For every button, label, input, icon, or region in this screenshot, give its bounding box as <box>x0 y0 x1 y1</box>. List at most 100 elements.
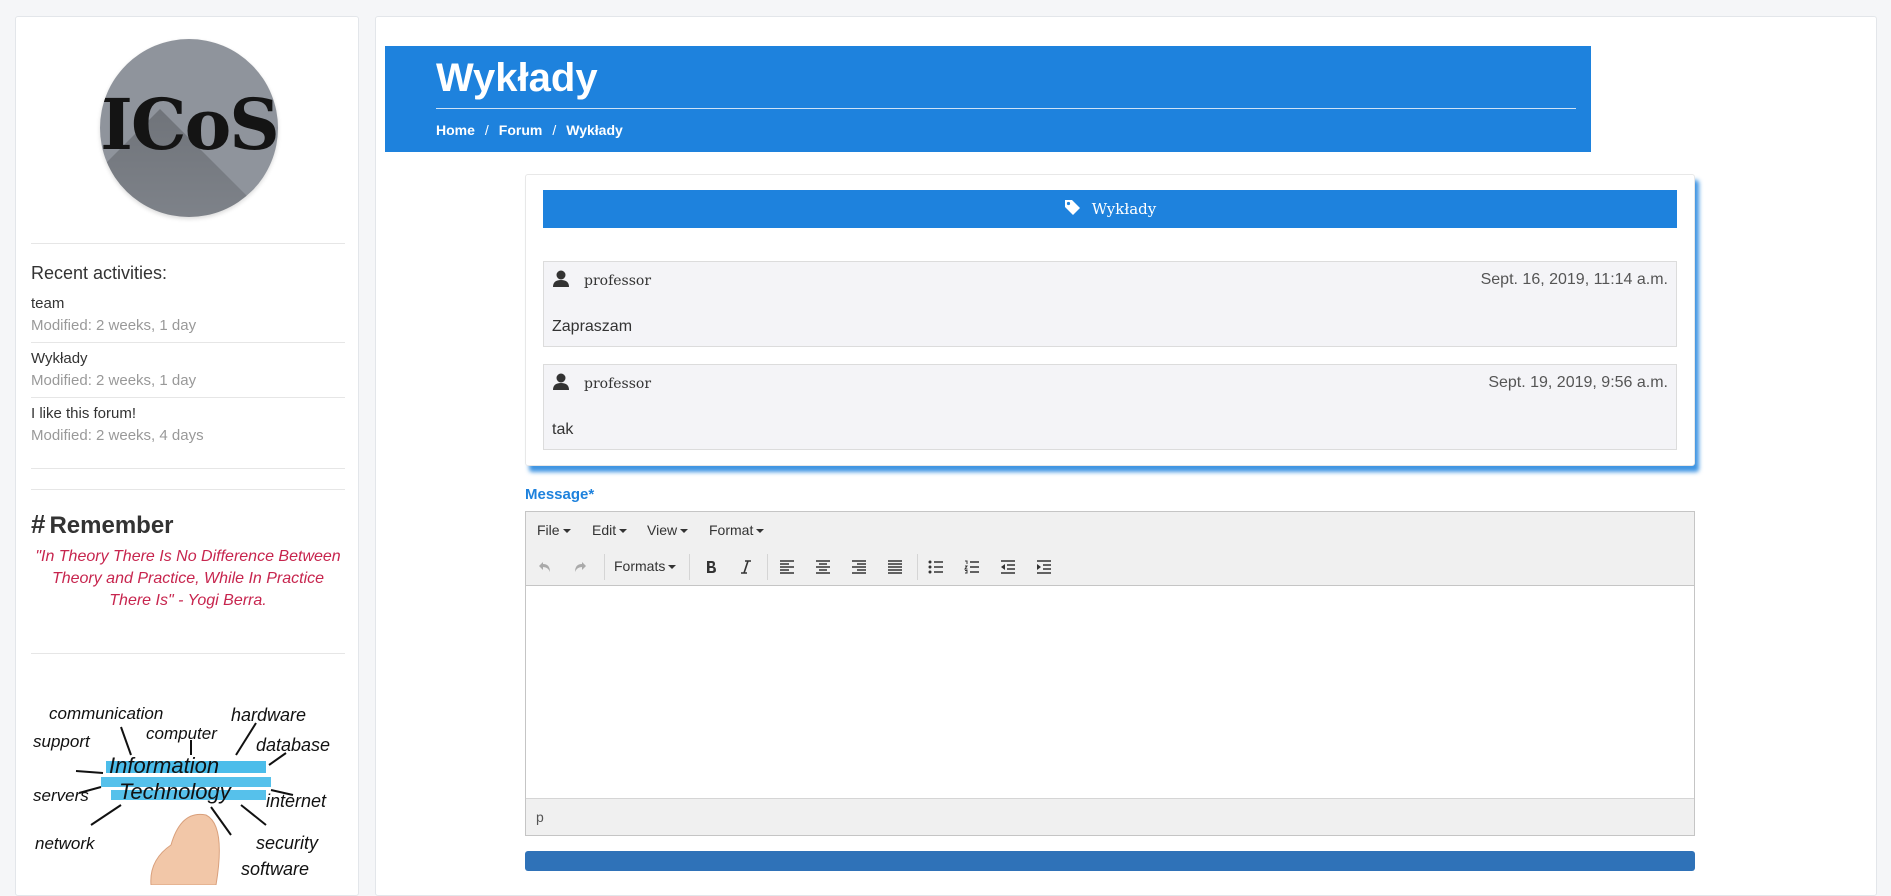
outdent-button[interactable] <box>997 557 1019 577</box>
menu-view[interactable]: View <box>647 522 689 538</box>
divider <box>31 397 345 398</box>
thread-tag-label: Wykłady <box>1091 200 1157 218</box>
italic-button[interactable] <box>735 557 757 577</box>
numbered-list-button[interactable] <box>961 557 983 577</box>
indent-button[interactable] <box>1033 557 1055 577</box>
activity-modified: Modified: 2 weeks, 4 days <box>31 427 204 444</box>
align-center-button[interactable] <box>812 557 834 577</box>
post-body: Zapraszam <box>552 318 633 335</box>
logo-text: ICoS <box>100 83 278 166</box>
site-logo[interactable]: ICoS <box>100 39 278 217</box>
post-date: Sept. 19, 2019, 9:56 a.m. <box>1488 374 1668 391</box>
header-rule <box>436 108 1576 109</box>
breadcrumb-separator: / <box>484 122 489 138</box>
post-author[interactable]: professor <box>584 273 651 289</box>
toolbar-separator <box>767 554 768 580</box>
formats-dropdown[interactable]: Formats <box>614 558 677 574</box>
it-word: Technology <box>119 779 233 804</box>
it-word: support <box>33 732 91 751</box>
divider <box>31 653 345 654</box>
chevron-down-icon <box>680 529 689 534</box>
bullet-list-icon <box>928 560 943 574</box>
editor-content-area[interactable] <box>526 585 1694 799</box>
post-author[interactable]: professor <box>584 376 651 392</box>
align-justify-button[interactable] <box>884 557 906 577</box>
align-right-icon <box>852 560 866 574</box>
activity-name[interactable]: team <box>31 295 345 312</box>
undo-button[interactable] <box>534 557 556 577</box>
remember-title: Remember <box>49 512 174 539</box>
bold-button[interactable] <box>700 557 722 577</box>
it-word: security <box>256 833 319 853</box>
align-center-icon <box>816 560 830 574</box>
bullet-list-button[interactable] <box>925 557 947 577</box>
divider <box>31 468 345 469</box>
it-word: network <box>35 834 96 853</box>
post: professor Sept. 16, 2019, 11:14 a.m. Zap… <box>543 261 1677 347</box>
redo-button[interactable] <box>569 557 591 577</box>
page-title: Wykłady <box>436 56 598 100</box>
it-word: database <box>256 735 330 755</box>
align-justify-icon <box>888 560 902 574</box>
divider <box>31 243 345 244</box>
post: professor Sept. 19, 2019, 9:56 a.m. tak <box>543 364 1677 450</box>
element-path[interactable]: p <box>536 809 544 825</box>
chevron-down-icon <box>756 529 765 534</box>
it-word: hardware <box>231 705 306 725</box>
toolbar-separator <box>689 554 690 580</box>
thread-panel: Wykłady professor Sept. 16, 2019, 11:14 … <box>525 174 1695 466</box>
it-word: servers <box>33 786 89 805</box>
indent-icon <box>1037 560 1051 574</box>
editor-menubar: File Edit View Format <box>526 512 1694 549</box>
menu-file[interactable]: File <box>537 522 571 538</box>
activity-modified: Modified: 2 weeks, 1 day <box>31 372 197 389</box>
it-word-cloud: communication hardware support computer … <box>33 704 330 885</box>
activity-name[interactable]: I like this forum! <box>31 405 345 422</box>
activity-item[interactable]: team Modified: 2 weeks, 1 day <box>31 295 345 334</box>
it-word: computer <box>146 724 218 743</box>
numbered-list-icon <box>964 560 979 574</box>
post-body: tak <box>552 421 574 438</box>
submit-button[interactable] <box>525 851 1695 871</box>
message-label: Message* <box>525 486 595 503</box>
align-left-icon <box>780 560 794 574</box>
formats-label: Formats <box>614 558 666 574</box>
chevron-down-icon <box>562 529 571 534</box>
chevron-down-icon <box>619 529 628 534</box>
information-technology-image: communication hardware support computer … <box>31 695 345 885</box>
tag-icon <box>1064 200 1080 215</box>
activity-item[interactable]: Wykłady Modified: 2 weeks, 1 day <box>31 350 345 389</box>
it-word: software <box>241 859 309 879</box>
it-word: Information <box>109 753 219 778</box>
menu-format[interactable]: Format <box>709 522 765 538</box>
it-word: communication <box>49 704 163 723</box>
align-right-button[interactable] <box>848 557 870 577</box>
it-word: internet <box>266 791 327 811</box>
italic-icon <box>741 560 751 574</box>
divider <box>31 342 345 343</box>
undo-icon <box>539 562 550 572</box>
align-left-button[interactable] <box>776 557 798 577</box>
toolbar-separator <box>604 554 605 580</box>
page-header: Wykłady Home / Forum / Wykłady <box>385 46 1591 152</box>
activity-name[interactable]: Wykłady <box>31 350 345 367</box>
outdent-icon <box>1001 560 1015 574</box>
menu-edit[interactable]: Edit <box>592 522 628 538</box>
quote-text: "In Theory There Is No Difference Betwee… <box>35 548 341 609</box>
chevron-down-icon <box>668 565 677 570</box>
activity-modified: Modified: 2 weeks, 1 day <box>31 317 197 334</box>
sidebar: ICoS Recent activities: team Modified: 2… <box>15 16 359 896</box>
remember-heading: # Remember <box>31 509 174 540</box>
menu-file-label: File <box>537 522 560 538</box>
breadcrumb-forum[interactable]: Forum <box>499 122 543 138</box>
post-date: Sept. 16, 2019, 11:14 a.m. <box>1480 271 1668 288</box>
recent-activities-title: Recent activities: <box>31 263 168 283</box>
user-icon <box>553 270 569 287</box>
menu-view-label: View <box>647 522 678 538</box>
editor-statusbar: p <box>526 798 1694 835</box>
breadcrumb-separator: / <box>552 122 557 138</box>
activity-item[interactable]: I like this forum! Modified: 2 weeks, 4 … <box>31 405 345 444</box>
divider <box>31 489 345 490</box>
breadcrumb-home[interactable]: Home <box>436 122 475 138</box>
bold-icon <box>707 561 716 573</box>
